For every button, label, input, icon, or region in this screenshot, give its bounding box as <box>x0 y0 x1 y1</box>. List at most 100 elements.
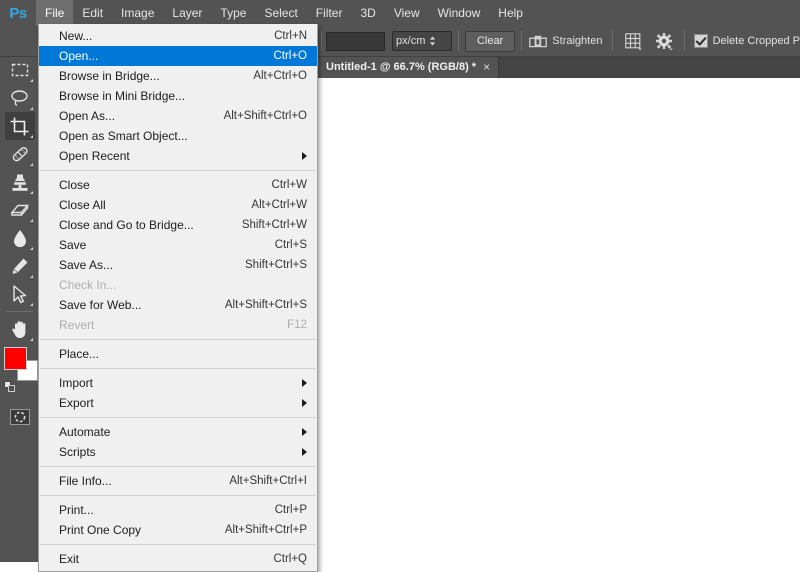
tool-flyout-indicator <box>29 191 33 194</box>
eraser-icon <box>9 204 29 216</box>
clear-crop-button[interactable]: Clear <box>464 30 516 52</box>
menu-separator <box>40 466 316 467</box>
menu-edit[interactable]: Edit <box>73 0 112 26</box>
menu-item-close-and-go-to-bridge[interactable]: Close and Go to Bridge... Shift+Ctrl+W <box>39 215 317 235</box>
menu-item-open[interactable]: Open... Ctrl+O <box>39 46 317 66</box>
crop-overlay-grid-icon[interactable] <box>623 30 643 52</box>
menu-item-save-as[interactable]: Save As... Shift+Ctrl+S <box>39 255 317 275</box>
crop-units-value: px/cm <box>396 35 426 47</box>
menu-help[interactable]: Help <box>489 0 532 26</box>
menu-item-shortcut: Shift+Ctrl+S <box>245 259 307 271</box>
menu-item-shortcut: Alt+Ctrl+O <box>253 70 307 82</box>
menu-separator <box>40 368 316 369</box>
menu-item-label: Close All <box>59 198 106 212</box>
menu-select[interactable]: Select <box>255 0 306 26</box>
tool-lasso[interactable] <box>5 84 35 112</box>
menu-item-label: Open Recent <box>59 149 130 163</box>
menu-item-open-as-smart-object[interactable]: Open as Smart Object... <box>39 126 317 146</box>
menu-bar: Ps File Edit Image Layer Type Select Fil… <box>0 0 800 26</box>
tool-flyout-indicator <box>29 338 33 341</box>
tool-flyout-indicator <box>29 107 33 110</box>
marquee-icon <box>11 63 28 77</box>
menu-item-scripts[interactable]: Scripts <box>39 442 317 462</box>
menu-item-shortcut: Ctrl+Q <box>273 553 307 565</box>
menu-image[interactable]: Image <box>112 0 163 26</box>
color-swatches[interactable] <box>4 347 38 381</box>
tool-clone-stamp[interactable] <box>5 168 35 196</box>
menu-item-close-all[interactable]: Close All Alt+Ctrl+W <box>39 195 317 215</box>
menu-item-label: Exit <box>59 552 80 566</box>
menu-3d[interactable]: 3D <box>351 0 384 26</box>
menu-item-place[interactable]: Place... <box>39 344 317 364</box>
menu-item-label: Revert <box>59 318 95 332</box>
menu-item-label: Automate <box>59 425 111 439</box>
options-divider <box>612 31 614 51</box>
menu-item-shortcut: F12 <box>287 319 307 331</box>
menu-window[interactable]: Window <box>429 0 490 26</box>
tool-path-selection[interactable] <box>5 280 35 308</box>
menu-item-shortcut: Ctrl+S <box>274 239 307 251</box>
tools-panel: «« <box>0 26 40 562</box>
menu-item-import[interactable]: Import <box>39 373 317 393</box>
tool-flyout-indicator <box>29 79 33 82</box>
menu-item-label: Scripts <box>59 445 96 459</box>
menu-item-file-info[interactable]: File Info... Alt+Shift+Ctrl+I <box>39 471 317 491</box>
menu-item-open-recent[interactable]: Open Recent <box>39 146 317 166</box>
menu-item-export[interactable]: Export <box>39 393 317 413</box>
straighten-icon[interactable] <box>528 30 548 52</box>
menu-item-browse-in-mini-bridge[interactable]: Browse in Mini Bridge... <box>39 86 317 106</box>
menu-item-label: Browse in Mini Bridge... <box>59 89 186 103</box>
tool-eraser[interactable] <box>5 196 35 224</box>
quick-mask-icon <box>9 409 30 425</box>
foreground-color-swatch[interactable] <box>4 347 27 370</box>
menu-item-label: Export <box>59 396 94 410</box>
menu-item-print[interactable]: Print... Ctrl+P <box>39 500 317 520</box>
menu-item-open-as[interactable]: Open As... Alt+Shift+Ctrl+O <box>39 106 317 126</box>
tool-blur-droplet[interactable] <box>5 224 35 252</box>
quick-mask-mode-button[interactable] <box>5 403 35 431</box>
straighten-label[interactable]: Straighten <box>552 35 602 47</box>
droplet-icon <box>13 229 26 247</box>
menu-item-automate[interactable]: Automate <box>39 422 317 442</box>
submenu-arrow-icon <box>302 379 307 387</box>
crop-height-input[interactable] <box>325 31 385 51</box>
menu-type[interactable]: Type <box>211 0 255 26</box>
menu-item-print-one-copy[interactable]: Print One Copy Alt+Shift+Ctrl+P <box>39 520 317 540</box>
menu-item-close[interactable]: Close Ctrl+W <box>39 175 317 195</box>
menu-filter[interactable]: Filter <box>307 0 352 26</box>
crop-icon <box>10 117 29 135</box>
checkbox-box <box>693 34 708 48</box>
tool-rectangular-marquee[interactable] <box>5 56 35 84</box>
menu-item-label: Open as Smart Object... <box>59 129 188 143</box>
menu-layer[interactable]: Layer <box>163 0 211 26</box>
tool-pen[interactable] <box>5 252 35 280</box>
tool-group-divider <box>6 311 33 312</box>
menu-item-label: Print... <box>59 503 94 517</box>
tool-hand[interactable] <box>5 315 35 343</box>
photoshop-logo-icon: Ps <box>9 4 27 22</box>
default-colors-icon[interactable] <box>4 381 15 392</box>
crop-units-select[interactable]: px/cm <box>392 31 453 51</box>
menu-item-browse-in-bridge[interactable]: Browse in Bridge... Alt+Ctrl+O <box>39 66 317 86</box>
document-tab-title: Untitled-1 @ 66.7% (RGB/8) * <box>326 61 477 73</box>
menu-item-save[interactable]: Save Ctrl+S <box>39 235 317 255</box>
tool-flyout-indicator <box>29 303 33 306</box>
menu-view[interactable]: View <box>385 0 429 26</box>
close-icon[interactable]: × <box>483 61 490 73</box>
tool-flyout-indicator <box>29 247 33 250</box>
tool-crop[interactable] <box>4 112 35 140</box>
menu-file[interactable]: File <box>36 0 74 26</box>
menu-item-new[interactable]: New... Ctrl+N <box>39 26 317 46</box>
gear-icon[interactable] <box>655 30 675 52</box>
menu-item-shortcut: Shift+Ctrl+W <box>241 219 307 231</box>
menu-item-exit[interactable]: Exit Ctrl+Q <box>39 549 317 569</box>
document-tab[interactable]: Untitled-1 @ 66.7% (RGB/8) * × <box>318 56 500 78</box>
menu-item-shortcut: Alt+Shift+Ctrl+S <box>224 299 307 311</box>
document-canvas-area[interactable] <box>309 78 800 562</box>
tool-spot-healing-brush[interactable] <box>5 140 35 168</box>
menu-item-save-for-web[interactable]: Save for Web... Alt+Shift+Ctrl+S <box>39 295 317 315</box>
submenu-arrow-icon <box>302 399 307 407</box>
delete-cropped-pixels-checkbox[interactable]: Delete Cropped P <box>693 34 800 48</box>
arrow-cursor-icon <box>13 284 27 303</box>
photoshop-application-window: «« <box>0 0 800 572</box>
